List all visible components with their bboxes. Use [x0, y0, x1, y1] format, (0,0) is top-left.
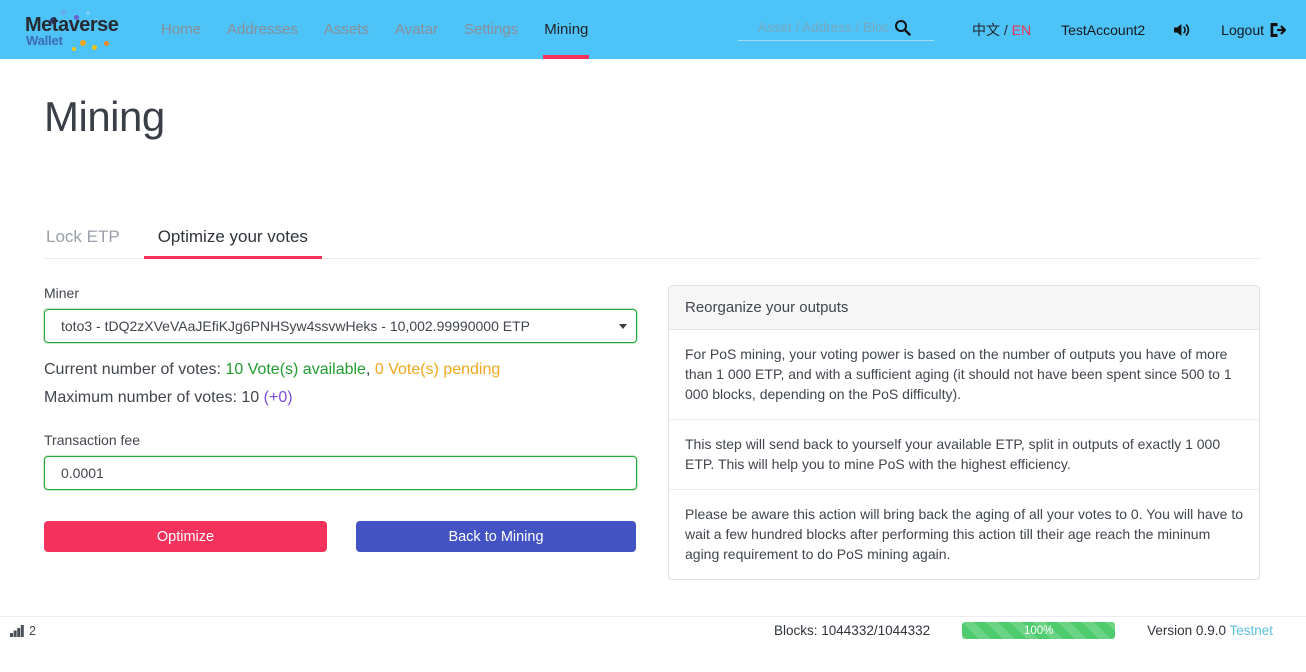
max-votes-label: Maximum number of votes: 10 [44, 389, 264, 406]
account-name[interactable]: TestAccount2 [1061, 22, 1145, 38]
search-box[interactable] [737, 18, 934, 41]
reorganize-outputs-panel: Reorganize your outputs For PoS mining, … [668, 285, 1260, 580]
brand-name: Metaverse [25, 13, 119, 36]
version-status: Version 0.9.0 Testnet [1147, 623, 1273, 638]
panel-item: For PoS mining, your voting power is bas… [669, 330, 1259, 420]
votes-available: 10 Vote(s) available [225, 361, 366, 378]
peers-count: 2 [29, 623, 36, 638]
tab-optimize-your-votes[interactable]: Optimize your votes [143, 227, 323, 259]
miner-select-value: toto3 - tDQ2zXVeVAaJEfiKJg6PNHSyw4ssvwHe… [61, 318, 530, 334]
logout-button[interactable]: Logout [1221, 22, 1286, 38]
current-votes-line: Current number of votes: 10 Vote(s) avai… [44, 361, 640, 379]
blocks-status: Blocks: 1044332/1044332 [774, 623, 931, 638]
transaction-fee-input[interactable] [44, 456, 637, 490]
page-content: Mining Lock ETP Optimize your votes Mine… [0, 59, 1306, 644]
votes-pending: 0 Vote(s) pending [374, 361, 501, 378]
panel-title: Reorganize your outputs [669, 286, 1259, 330]
network-label: Testnet [1229, 623, 1273, 638]
panel-item: Please be aware this action will bring b… [685, 506, 1243, 562]
tab-bar: Lock ETP Optimize your votes [44, 217, 1262, 259]
status-bar: 2 Blocks: 1044332/1044332 100% Version 0… [0, 616, 1306, 644]
status-bar-right: Blocks: 1044332/1044332 100% Version 0.9… [774, 622, 1273, 639]
logo-dot-icon [80, 39, 86, 46]
nav-links: Home Addresses Assets Avatar Settings Mi… [148, 0, 601, 59]
sync-progress-bar: 100% [962, 622, 1116, 639]
nav-item-settings[interactable]: Settings [451, 0, 531, 59]
search-input[interactable] [737, 18, 890, 37]
logo-dot-icon [72, 46, 76, 51]
nav-item-assets[interactable]: Assets [311, 0, 382, 59]
signal-bars-icon [10, 625, 24, 637]
current-votes-label: Current number of votes: [44, 361, 226, 378]
panel-item: This step will send back to yourself you… [669, 420, 1259, 490]
sound-toggle-button[interactable] [1173, 22, 1193, 38]
language-switcher[interactable]: 中文 / EN [972, 20, 1031, 40]
nav-item-home[interactable]: Home [148, 0, 214, 59]
nav-item-mining[interactable]: Mining [531, 0, 601, 59]
brand-subtitle: Wallet [26, 32, 63, 48]
logout-label: Logout [1221, 21, 1264, 38]
chevron-down-icon [619, 324, 627, 329]
sync-progress-label: 100% [1023, 624, 1054, 637]
navbar-right: 中文 / EN TestAccount2 Logout [737, 0, 1286, 59]
logo-dot-icon [92, 44, 97, 50]
language-zh[interactable]: 中文 [972, 22, 1000, 38]
brand-logo[interactable]: Metaverse Wallet [18, 8, 126, 52]
top-navbar: Metaverse Wallet Home Addresses Assets A… [0, 0, 1306, 59]
max-votes-line: Maximum number of votes: 10 (+0) [44, 389, 640, 407]
miner-label: Miner [44, 285, 80, 301]
transaction-fee-label: Transaction fee [44, 432, 140, 448]
back-to-mining-button[interactable]: Back to Mining [356, 521, 636, 552]
info-column: Reorganize your outputs For PoS mining, … [668, 285, 1260, 580]
nav-item-addresses[interactable]: Addresses [214, 0, 311, 59]
logo-dot-icon [104, 40, 109, 46]
search-icon [894, 20, 911, 36]
search-button[interactable] [890, 19, 915, 36]
max-votes-extra: (+0) [263, 389, 293, 406]
peers-status: 2 [10, 624, 36, 638]
speaker-icon [1174, 23, 1190, 36]
version-label: Version 0.9.0 [1147, 623, 1230, 638]
nav-item-avatar[interactable]: Avatar [382, 0, 451, 59]
tab-lock-etp[interactable]: Lock ETP [44, 227, 134, 258]
content-columns: Miner toto3 - tDQ2zXVeVAaJEfiKJg6PNHSyw4… [44, 285, 1262, 580]
language-separator: / [999, 21, 1012, 38]
action-buttons: Optimize Back to Mining [44, 521, 640, 552]
miner-select[interactable]: toto3 - tDQ2zXVeVAaJEfiKJg6PNHSyw4ssvwHe… [44, 309, 637, 343]
logout-icon [1270, 22, 1286, 37]
votes-separator: , [365, 361, 375, 378]
optimize-button[interactable]: Optimize [44, 521, 327, 552]
language-en[interactable]: EN [1012, 22, 1031, 38]
form-column: Miner toto3 - tDQ2zXVeVAaJEfiKJg6PNHSyw4… [44, 285, 640, 580]
page-title: Mining [44, 93, 165, 140]
